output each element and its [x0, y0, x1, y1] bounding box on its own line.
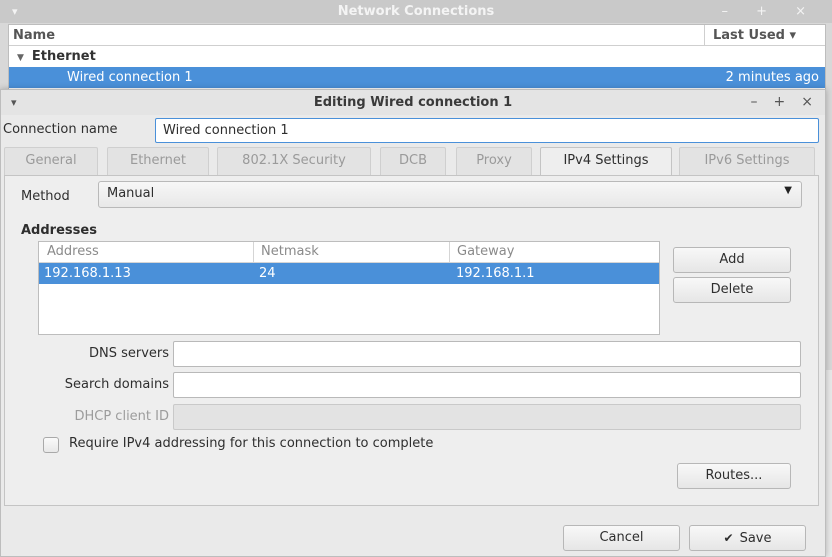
- routes-button[interactable]: Routes...: [677, 463, 791, 489]
- bg-window-title: Network Connections: [337, 4, 495, 19]
- require-ipv4-label[interactable]: Require IPv4 addressing for this connect…: [69, 436, 433, 451]
- column-gateway[interactable]: Gateway: [449, 242, 514, 263]
- bg-titlebar: ▾ Network Connections – + ×: [0, 0, 832, 23]
- window-menu-icon[interactable]: ▾: [12, 0, 18, 23]
- tab-proxy[interactable]: Proxy: [456, 147, 532, 175]
- dialog-titlebar: ▾ Editing Wired connection 1 – + ×: [1, 90, 825, 115]
- dropdown-arrow-icon: ▼: [784, 185, 792, 196]
- search-domains-label: Search domains: [64, 377, 169, 392]
- tab-bar: General Ethernet 802.1X Security DCB Pro…: [1, 147, 827, 177]
- add-button[interactable]: Add: [673, 247, 791, 273]
- list-item[interactable]: Wired connection 1 2 minutes ago: [9, 67, 825, 88]
- tab-ipv6-settings[interactable]: IPv6 Settings: [679, 147, 815, 175]
- tab-ethernet[interactable]: Ethernet: [107, 147, 209, 175]
- minimize-icon[interactable]: –: [751, 94, 758, 110]
- dns-servers-input[interactable]: [173, 341, 801, 367]
- tab-general[interactable]: General: [4, 147, 98, 175]
- addresses-header: Address Netmask Gateway: [39, 242, 659, 263]
- cancel-button[interactable]: Cancel: [563, 525, 680, 551]
- dns-servers-label: DNS servers: [88, 346, 169, 361]
- addresses-title: Addresses: [21, 223, 97, 238]
- column-name[interactable]: Name: [13, 25, 55, 46]
- column-last-used[interactable]: Last Used ▾: [704, 25, 825, 45]
- tab-8021x-security[interactable]: 802.1X Security: [217, 147, 371, 175]
- list-header: Name Last Used ▾: [9, 25, 825, 46]
- save-label: Save: [739, 531, 772, 546]
- method-value: Manual: [107, 186, 155, 201]
- maximize-icon[interactable]: +: [774, 94, 786, 110]
- group-label: Ethernet: [31, 49, 96, 64]
- tab-ipv4-settings[interactable]: IPv4 Settings: [540, 147, 672, 177]
- connection-name-input[interactable]: [155, 118, 819, 143]
- connection-last-used: 2 minutes ago: [725, 70, 819, 85]
- expander-down-icon[interactable]: ▼: [17, 53, 24, 63]
- cell-address[interactable]: 192.168.1.13: [44, 263, 131, 284]
- bg-window-controls[interactable]: – + ×: [721, 0, 818, 23]
- search-domains-input[interactable]: [173, 372, 801, 398]
- connection-name-row: Connection name: [1, 117, 827, 144]
- save-button[interactable]: ✔ Save: [689, 525, 806, 551]
- method-select[interactable]: Manual ▼: [98, 181, 802, 208]
- ipv4-settings-panel: Method Manual ▼ Addresses Address Netmas…: [4, 175, 819, 506]
- connection-name-label: Connection name: [3, 122, 118, 137]
- dhcp-client-id-label: DHCP client ID: [74, 409, 169, 424]
- column-address[interactable]: Address: [47, 242, 99, 262]
- tab-dcb[interactable]: DCB: [380, 147, 446, 175]
- dialog-title: Editing Wired connection 1: [313, 95, 513, 110]
- require-ipv4-checkbox[interactable]: [43, 437, 59, 453]
- column-netmask[interactable]: Netmask: [253, 242, 449, 263]
- group-ethernet[interactable]: ▼ Ethernet: [9, 46, 825, 67]
- cell-gateway[interactable]: 192.168.1.1: [456, 263, 535, 284]
- delete-button[interactable]: Delete: [673, 277, 791, 303]
- table-row[interactable]: 192.168.1.13 24 192.168.1.1: [39, 263, 659, 284]
- dhcp-client-id-input: [173, 404, 801, 430]
- window-controls: – + ×: [735, 90, 813, 115]
- cell-netmask[interactable]: 24: [259, 263, 276, 284]
- checkmark-icon: ✔: [723, 531, 734, 545]
- editing-connection-dialog: ▾ Editing Wired connection 1 – + × Connect…: [0, 89, 826, 557]
- addresses-table[interactable]: Address Netmask Gateway 192.168.1.13 24 …: [38, 241, 660, 335]
- connection-name: Wired connection 1: [67, 70, 193, 85]
- window-menu-icon[interactable]: ▾: [11, 90, 17, 115]
- close-icon[interactable]: ×: [801, 94, 813, 110]
- method-label: Method: [21, 189, 70, 204]
